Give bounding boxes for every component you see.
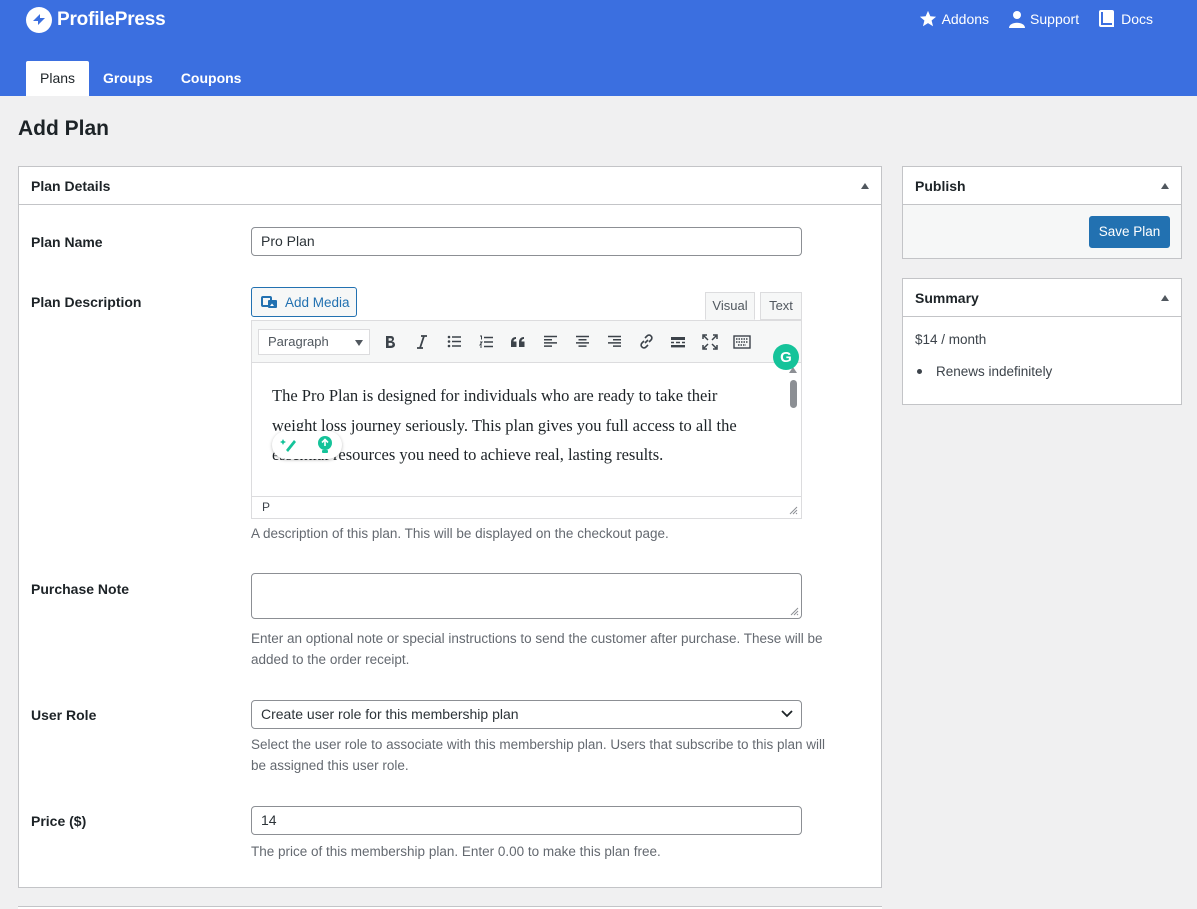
italic-icon: [417, 334, 427, 349]
support-label: Support: [1030, 11, 1080, 27]
collapse-caret-icon[interactable]: [861, 182, 869, 189]
plan-details-title: Plan Details: [31, 177, 111, 194]
summary-title: Summary: [915, 289, 979, 306]
lightbulb-icon[interactable]: [316, 435, 334, 455]
save-plan-button[interactable]: Save Plan: [1089, 216, 1170, 248]
top-links: Addons Support Docs: [899, 10, 1153, 28]
plan-details-panel: Plan Details Plan Name Pro Plan Plan Des…: [18, 166, 882, 888]
book-icon: [1099, 10, 1115, 27]
star-icon: [919, 10, 936, 27]
nav-tabs: Plans Groups Coupons: [26, 61, 255, 96]
price-label: Price ($): [31, 813, 87, 829]
tab-plans[interactable]: Plans: [26, 61, 90, 96]
docs-link[interactable]: Docs: [1099, 10, 1153, 28]
user-role-label: User Role: [31, 707, 97, 723]
fullscreen-button[interactable]: [694, 329, 726, 355]
textarea-resize-icon[interactable]: [790, 607, 799, 616]
quote-icon: [511, 336, 525, 347]
bullet-list-button[interactable]: [438, 329, 470, 355]
scroll-thumb[interactable]: [790, 380, 797, 408]
profilepress-logo-icon: [26, 7, 52, 33]
insert-link-button[interactable]: [630, 329, 662, 355]
read-more-icon: [671, 336, 685, 347]
brand-logo[interactable]: ProfilePress: [26, 7, 166, 33]
bold-icon: [386, 335, 395, 348]
user-role-selected: Create user role for this membership pla…: [261, 706, 519, 722]
support-link[interactable]: Support: [1009, 10, 1079, 28]
align-left-icon: [543, 335, 557, 347]
toolbar-toggle-button[interactable]: [726, 329, 758, 355]
align-center-icon: [575, 335, 589, 347]
summary-panel: Summary $14 / month Renews indefinitely: [902, 278, 1182, 405]
docs-label: Docs: [1121, 11, 1153, 27]
element-path[interactable]: P: [262, 500, 270, 514]
bullet-icon: [917, 369, 922, 374]
tab-visual[interactable]: Visual: [705, 292, 755, 320]
user-role-select[interactable]: Create user role for this membership pla…: [251, 700, 802, 729]
magic-pen-icon[interactable]: [280, 435, 300, 455]
plan-description-help: A description of this plan. This will be…: [251, 526, 669, 541]
italic-button[interactable]: [406, 329, 438, 355]
purchase-note-textarea[interactable]: [251, 573, 802, 619]
editor-status-bar: P: [252, 496, 801, 518]
purchase-note-help: Enter an optional note or special instru…: [251, 631, 823, 667]
top-header: ProfilePress Addons Support Docs Plans G…: [0, 0, 1197, 96]
add-media-button[interactable]: Add Media: [251, 287, 357, 317]
editor-toolbar: Paragraph: [252, 321, 801, 363]
collapse-caret-icon[interactable]: [1161, 182, 1169, 189]
floating-assist-tools: [272, 431, 342, 459]
person-icon: [1009, 11, 1026, 28]
addons-label: Addons: [941, 11, 990, 27]
description-editor: Paragraph The Pro Plan is designed for i…: [251, 320, 802, 519]
bullet-list-icon: [447, 335, 461, 348]
link-icon: [639, 334, 653, 349]
numbered-list-icon: [478, 335, 493, 347]
align-center-button[interactable]: [566, 329, 598, 355]
collapse-caret-icon[interactable]: [1161, 294, 1169, 301]
align-left-button[interactable]: [534, 329, 566, 355]
format-select-value: Paragraph: [268, 333, 329, 349]
tab-text[interactable]: Text: [760, 292, 802, 320]
read-more-button[interactable]: [662, 329, 694, 355]
summary-price: $14 / month: [915, 332, 987, 347]
add-media-label: Add Media: [285, 294, 350, 310]
grammarly-icon[interactable]: G: [773, 344, 799, 370]
summary-header: Summary: [903, 279, 1181, 317]
publish-title: Publish: [915, 177, 966, 194]
price-help: The price of this membership plan. Enter…: [251, 844, 661, 859]
bold-button[interactable]: [374, 329, 406, 355]
page-title: Add Plan: [18, 117, 110, 140]
tab-coupons[interactable]: Coupons: [167, 61, 256, 96]
resize-grip-icon[interactable]: [789, 506, 798, 515]
editor-content[interactable]: The Pro Plan is designed for individuals…: [252, 363, 785, 497]
user-role-help: Select the user role to associate with t…: [251, 737, 826, 773]
blockquote-button[interactable]: [502, 329, 534, 355]
fullscreen-icon: [702, 333, 718, 350]
plan-details-header: Plan Details: [19, 167, 881, 205]
align-right-icon: [607, 335, 621, 347]
renewal-text: Renews indefinitely: [936, 364, 1053, 379]
plan-description-label: Plan Description: [31, 294, 142, 310]
chevron-down-icon: [781, 710, 793, 718]
chevron-down-icon: [355, 339, 363, 346]
numbered-list-button[interactable]: [470, 329, 502, 355]
tab-groups[interactable]: Groups: [89, 61, 167, 96]
publish-panel: Publish Save Plan: [902, 166, 1182, 259]
plan-name-input[interactable]: Pro Plan: [251, 227, 802, 256]
purchase-note-label: Purchase Note: [31, 581, 130, 597]
align-right-button[interactable]: [598, 329, 630, 355]
summary-renewal: Renews indefinitely: [915, 364, 1052, 379]
price-input[interactable]: 14: [251, 806, 802, 835]
addons-link[interactable]: Addons: [919, 10, 989, 28]
plan-name-label: Plan Name: [31, 234, 103, 250]
publish-header: Publish: [903, 167, 1181, 205]
format-select[interactable]: Paragraph: [258, 328, 370, 355]
editor-scrollbar[interactable]: [785, 363, 801, 497]
keyboard-icon: [733, 334, 751, 349]
brand-name: ProfilePress: [57, 9, 166, 30]
media-icon: [261, 296, 277, 308]
